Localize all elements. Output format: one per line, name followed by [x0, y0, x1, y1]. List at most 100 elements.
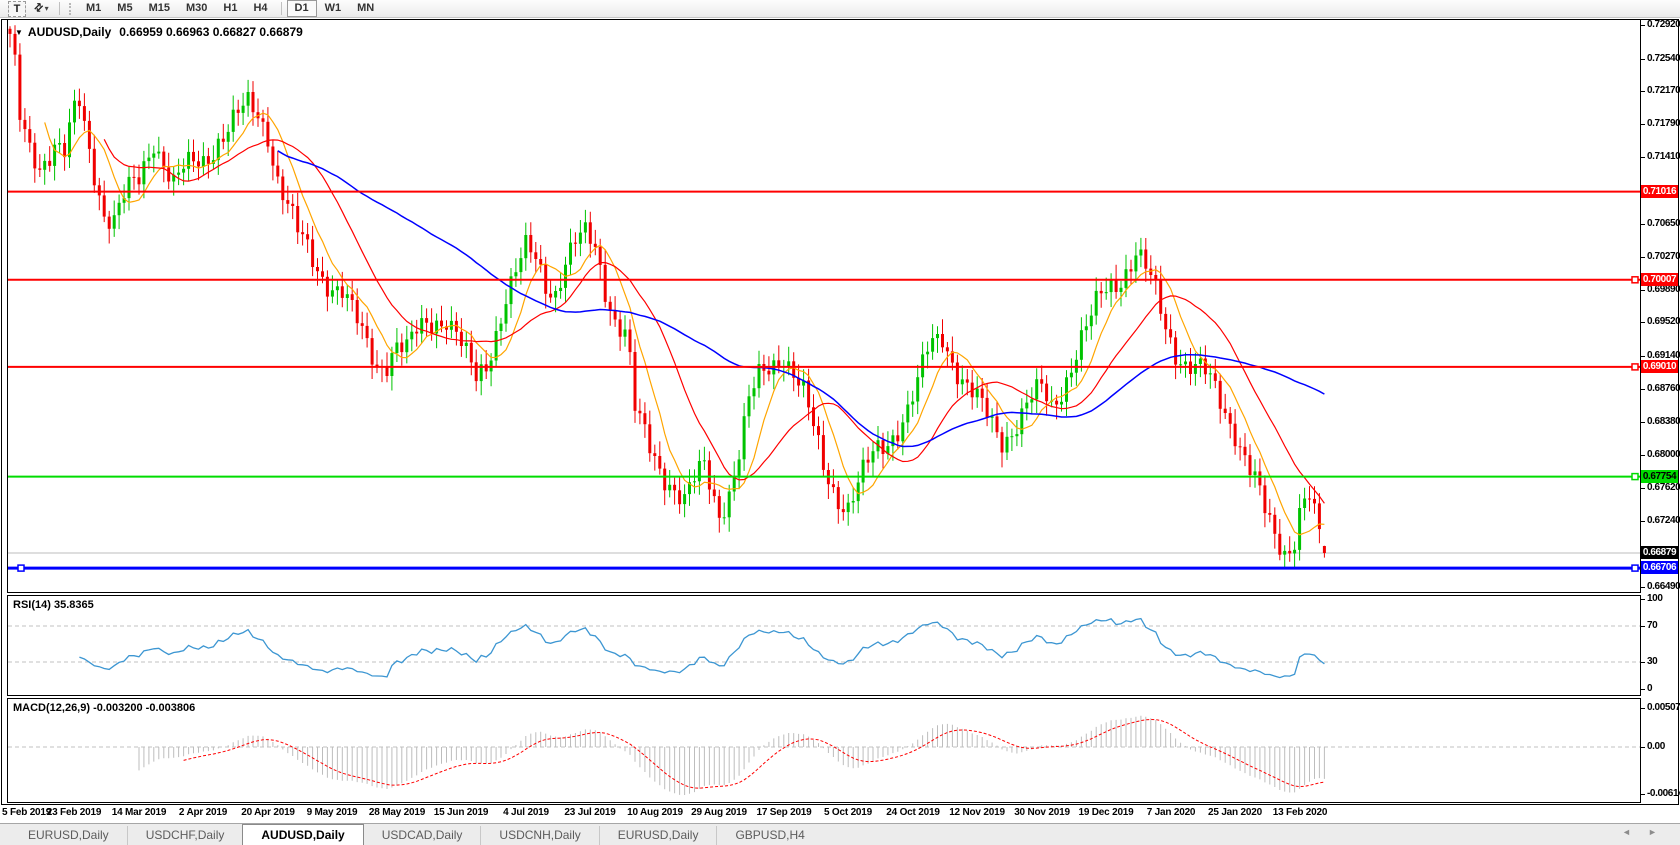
hline-price-label: 0.69010	[1641, 360, 1678, 373]
macd-axis-tick-label: 0.00	[1647, 741, 1665, 752]
price-axis-tick-label: 0.67620	[1647, 482, 1680, 493]
timeframe-button-w1[interactable]: W1	[317, 0, 350, 17]
timeframe-button-mn[interactable]: MN	[349, 0, 382, 17]
cursor-mode-button[interactable]: ⇅▾	[30, 2, 52, 16]
axis-tick	[1641, 124, 1645, 125]
price-axis-tick-label: 0.71790	[1647, 118, 1680, 129]
rsi-axis-tick-label: 0	[1647, 683, 1652, 694]
chart-tab-gbpusd-h4[interactable]: GBPUSD,H4	[716, 826, 822, 845]
price-axis-tick-label: 0.68380	[1647, 416, 1680, 427]
macd-axis-tick-label: -0.00614	[1647, 788, 1680, 799]
axis-tick	[1641, 662, 1645, 663]
price-axis-tick-label: 0.72170	[1647, 85, 1680, 96]
rsi-canvas[interactable]	[8, 596, 1640, 695]
date-axis-label: 28 May 2019	[369, 807, 425, 818]
toolbar-separator	[281, 2, 282, 15]
hline-price-label: 0.67754	[1641, 470, 1678, 483]
timeframe-button-h4[interactable]: H4	[245, 0, 275, 17]
macd-canvas[interactable]	[8, 699, 1640, 802]
rsi-pane[interactable]: RSI(14) 35.8365	[7, 595, 1641, 696]
date-axis-label: 19 Dec 2019	[1078, 807, 1133, 818]
tab-scroll-left-icon[interactable]: ◄	[1622, 828, 1631, 837]
date-axis-label: 30 Nov 2019	[1014, 807, 1070, 818]
macd-pane[interactable]: MACD(12,26,9) -0.003200 -0.003806	[7, 698, 1641, 803]
rsi-axis-tick-label: 100	[1647, 593, 1663, 604]
trading-platform-window: T ⇅▾ M1M5M15M30H1H4 D1W1MN ▼ AUDUSD,Daily 0.6…	[0, 0, 1680, 845]
axis-tick	[1641, 599, 1645, 600]
timeframe-button-m30[interactable]: M30	[178, 0, 215, 17]
date-axis-label: 10 Aug 2019	[627, 807, 683, 818]
axis-tick	[1641, 322, 1645, 323]
chart-dropdown-icon[interactable]: ▼	[15, 28, 23, 37]
rsi-indicator-label: RSI(14) 35.8365	[13, 599, 94, 611]
date-axis-label: 14 Mar 2019	[112, 807, 167, 818]
axis-tick	[1641, 626, 1645, 627]
main-chart-pane[interactable]: ▼ AUDUSD,Daily 0.66959 0.66963 0.66827 0.6…	[7, 19, 1641, 593]
price-axis-tick-label: 0.68000	[1647, 449, 1680, 460]
axis-tick	[1641, 356, 1645, 357]
axis-tick	[1641, 389, 1645, 390]
axis-tick	[1641, 587, 1645, 588]
price-axis-tick-label: 0.69520	[1647, 316, 1680, 327]
axis-tick	[1641, 25, 1645, 26]
date-axis-label: 17 Sep 2019	[756, 807, 811, 818]
price-axis-tick-label: 0.70270	[1647, 251, 1680, 262]
date-axis-label: 25 Jan 2020	[1208, 807, 1262, 818]
rsi-axis-tick-label: 70	[1647, 620, 1657, 631]
axis-tick	[1641, 747, 1645, 748]
chart-symbol-label: AUDUSD,Daily	[28, 25, 111, 39]
tab-scroll-right-icon[interactable]: ►	[1648, 828, 1657, 837]
axis-tick	[1641, 455, 1645, 456]
axis-tick	[1641, 257, 1645, 258]
axis-tick	[1641, 224, 1645, 225]
hline-price-label: 0.66706	[1641, 561, 1678, 574]
toolbar-separator	[59, 2, 60, 15]
date-axis-label: 7 Jan 2020	[1147, 807, 1196, 818]
timeframe-button-h1[interactable]: H1	[215, 0, 245, 17]
date-axis-label: 24 Oct 2019	[886, 807, 939, 818]
date-axis-label: 23 Feb 2019	[47, 807, 102, 818]
chart-title: ▼ AUDUSD,Daily 0.66959 0.66963 0.66827 0.6…	[15, 25, 303, 39]
axis-tick	[1641, 290, 1645, 291]
price-axis-tick-label: 0.66490	[1647, 581, 1680, 592]
rsi-axis-tick-label: 30	[1647, 656, 1657, 667]
timeframe-button-m5[interactable]: M5	[109, 0, 140, 17]
axis-tick	[1641, 59, 1645, 60]
axis-tick	[1641, 794, 1645, 795]
axis-tick	[1641, 521, 1645, 522]
toolbar: T ⇅▾ M1M5M15M30H1H4 D1W1MN	[0, 0, 1680, 18]
text-tool-button[interactable]: T	[8, 1, 26, 17]
timeframe-button-m1[interactable]: M1	[78, 0, 109, 17]
chart-tab-eurusd-daily[interactable]: EURUSD,Daily	[10, 826, 127, 845]
axis-tick	[1641, 157, 1645, 158]
chart-tab-usdchf-daily[interactable]: USDCHF,Daily	[127, 826, 243, 845]
chart-tab-eurusd-daily[interactable]: EURUSD,Daily	[599, 826, 717, 845]
date-axis-label: 2 Apr 2019	[179, 807, 227, 818]
date-axis-label: 9 May 2019	[307, 807, 358, 818]
timeframe-button-d1[interactable]: D1	[287, 0, 317, 17]
date-axis-label: 20 Apr 2019	[241, 807, 295, 818]
axis-tick	[1641, 422, 1645, 423]
date-axis-label: 12 Nov 2019	[949, 807, 1005, 818]
price-axis-tick-label: 0.70650	[1647, 218, 1680, 229]
macd-axis-tick-label: 0.005076	[1647, 702, 1680, 713]
price-axis-tick-label: 0.68760	[1647, 383, 1680, 394]
axis-tick	[1641, 689, 1645, 690]
chart-tab-usdcad-daily[interactable]: USDCAD,Daily	[364, 826, 481, 845]
chart-ohlc-values: 0.66959 0.66963 0.66827 0.66879	[119, 25, 303, 39]
price-axis-tick-label: 0.67240	[1647, 515, 1680, 526]
hline-price-label: 0.71016	[1641, 185, 1678, 198]
date-axis-label: 29 Aug 2019	[691, 807, 747, 818]
timeframe-button-m15[interactable]: M15	[141, 0, 178, 17]
axis-tick	[1641, 91, 1645, 92]
cursor-mode-icon: ⇅	[31, 1, 45, 15]
date-axis-label: 5 Feb 2019	[2, 807, 51, 818]
chart-tab-usdcnh-daily[interactable]: USDCNH,Daily	[480, 826, 598, 845]
price-chart-canvas[interactable]	[8, 20, 1640, 592]
current-price-label: 0.66879	[1641, 546, 1678, 559]
date-axis-label: 23 Jul 2019	[564, 807, 615, 818]
chart-tab-bar: EURUSD,DailyUSDCHF,DailyAUDUSD,DailyUSDC…	[0, 823, 1680, 845]
price-axis-tick-label: 0.71410	[1647, 151, 1680, 162]
chart-tab-audusd-daily[interactable]: AUDUSD,Daily	[242, 824, 363, 845]
hline-price-label: 0.70007	[1641, 273, 1678, 286]
